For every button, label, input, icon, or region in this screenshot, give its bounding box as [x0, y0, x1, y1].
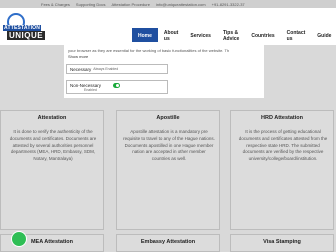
card-body: It is done to verify the authenticity of… — [9, 129, 97, 162]
necessary-status: Always Enabled — [93, 67, 119, 71]
card-embassy-attestation[interactable]: Embassy Attestation — [116, 234, 220, 252]
card-title: Embassy Attestation — [140, 239, 196, 245]
logo-text-main: UNIQUE — [7, 31, 46, 40]
nav-contact[interactable]: Contact us — [281, 28, 312, 44]
topbar-link-procedure[interactable]: Attestation Procedure — [111, 2, 149, 7]
topbar-phone[interactable]: +91-8291-3322-37 — [212, 2, 245, 7]
non-necessary-toggle[interactable] — [113, 83, 120, 88]
top-info-bar: Fees & Charges Supporting Docs Attestati… — [0, 0, 336, 8]
card-title: Visa Stamping — [263, 239, 301, 245]
cookie-non-necessary-row[interactable]: Non-Necessary Enabled — [66, 80, 168, 94]
topbar-link-fees[interactable]: Fees & Charges — [41, 2, 70, 7]
card-title: Apostille — [156, 115, 180, 121]
topbar-link-docs[interactable]: Supporting Docs — [76, 2, 106, 7]
nav-guide[interactable]: Guide — [311, 28, 336, 44]
card-title: HRD Attestation — [261, 115, 303, 121]
necessary-label: Necessary — [70, 66, 92, 72]
card-hrd-attestation[interactable]: HRD Attestation It is the process of get… — [230, 110, 334, 230]
non-necessary-status: Enabled — [84, 87, 97, 92]
cookie-settings-panel: your browser as they are essential for t… — [64, 42, 264, 98]
site-logo[interactable]: ATTESTATION UNIQUE — [3, 13, 46, 43]
card-title: Attestation — [37, 115, 67, 121]
whatsapp-icon[interactable] — [11, 231, 27, 247]
topbar-email[interactable]: info@uniqueattestation.com — [156, 2, 206, 7]
card-body: It is the process of getting educational… — [238, 129, 328, 162]
card-visa-stamping[interactable]: Visa Stamping — [230, 234, 334, 252]
cookie-description: your browser as they are essential for t… — [68, 48, 230, 53]
show-more-link[interactable]: Show more — [68, 54, 88, 59]
card-attestation[interactable]: Attestation It is done to verify the aut… — [0, 110, 104, 230]
card-apostille[interactable]: Apostille Apostille attestation is a man… — [116, 110, 220, 230]
card-body: Apostille attestation is a mandatory pre… — [123, 129, 215, 162]
site-header: ATTESTATION UNIQUE Home About us Service… — [0, 8, 336, 45]
cookie-necessary-row[interactable]: Necessary Always Enabled — [66, 64, 168, 74]
